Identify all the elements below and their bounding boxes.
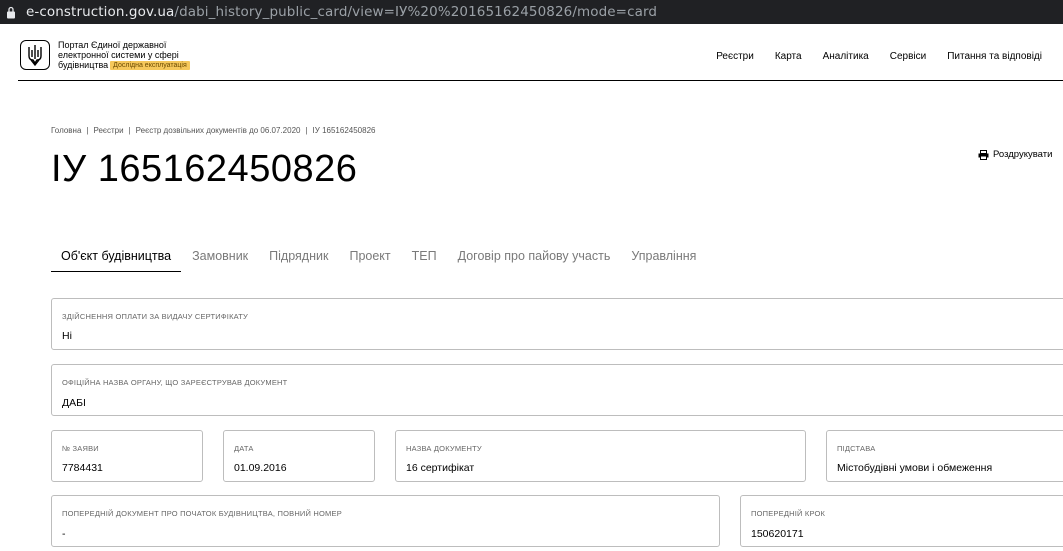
url-host: e-construction.gov.ua xyxy=(26,4,175,20)
breadcrumb-separator: | xyxy=(128,126,131,135)
tab-tep[interactable]: ТЕП xyxy=(402,248,447,272)
tab-customer[interactable]: Замовник xyxy=(182,248,258,272)
nav-registries[interactable]: Реєстри xyxy=(716,51,754,62)
field-value: 01.09.2016 xyxy=(234,462,287,474)
document-name-field: Назва документу 16 сертифікат xyxy=(395,430,806,482)
breadcrumb-home[interactable]: Головна xyxy=(51,126,81,135)
tab-contractor[interactable]: Підрядник xyxy=(259,248,338,272)
site-header: Портал Єдиної державної електронної сист… xyxy=(18,24,1063,81)
field-label: Офіційна назва органу, що зареєстрував д… xyxy=(62,378,288,387)
breadcrumb-registry[interactable]: Реєстр дозвільних документів до 06.07.20… xyxy=(136,126,301,135)
breadcrumb-current: ІУ 165162450826 xyxy=(312,126,376,135)
field-label: Попередній крок xyxy=(751,509,826,518)
field-label: № заяви xyxy=(62,444,99,453)
printer-icon xyxy=(978,149,989,160)
field-value: 7784431 xyxy=(62,462,103,474)
field-value: Ні xyxy=(62,330,72,342)
field-label: Підстава xyxy=(837,444,876,453)
tab-shared-contract[interactable]: Договір про пайову участь xyxy=(448,248,621,272)
breadcrumb: Головна | Реєстри | Реєстр дозвільних до… xyxy=(51,126,375,135)
main-nav: Реєстри Карта Аналітика Сервіси Питання … xyxy=(695,51,1042,62)
print-label: Роздрукувати xyxy=(993,149,1053,160)
breadcrumb-separator: | xyxy=(86,126,89,135)
print-button[interactable]: Роздрукувати xyxy=(978,149,1052,160)
field-value: 150620171 xyxy=(751,528,804,540)
field-label: Здійснення оплати за видачу сертифікату xyxy=(62,312,248,321)
field-label: Попередній документ про початок будівниц… xyxy=(62,509,342,518)
tab-management[interactable]: Управління xyxy=(621,248,706,272)
field-value: ДАБІ xyxy=(62,397,86,409)
address-bar[interactable]: e-construction.gov.ua/dabi_history_publi… xyxy=(0,0,1063,24)
url-path: /dabi_history_public_card/view=ІУ%20%201… xyxy=(174,4,658,20)
brand-line-2: електронної системи у сфері xyxy=(58,50,179,60)
nav-faq[interactable]: Питання та відповіді xyxy=(947,51,1042,62)
beta-badge: Дослідна експлуатація xyxy=(110,61,190,70)
nav-services[interactable]: Сервіси xyxy=(890,51,926,62)
nav-map[interactable]: Карта xyxy=(775,51,802,62)
field-value: 16 сертифікат xyxy=(406,462,475,474)
basis-field: Підстава Містобудівні умови і обмеження xyxy=(826,430,1063,482)
breadcrumb-separator: | xyxy=(305,126,308,135)
tab-project[interactable]: Проект xyxy=(339,248,400,272)
application-number-field: № заяви 7784431 xyxy=(51,430,203,482)
page-title: ІУ 165162450826 xyxy=(51,148,358,190)
portal-brand[interactable]: Портал Єдиної державної електронної сист… xyxy=(58,40,190,70)
field-value: - xyxy=(62,528,66,540)
brand-line-1: Портал Єдиної державної xyxy=(58,40,167,50)
payment-field: Здійснення оплати за видачу сертифікату … xyxy=(51,298,1063,350)
field-label: Дата xyxy=(234,444,254,453)
tab-construction-object[interactable]: Об'єкт будівництва xyxy=(51,248,182,272)
trident-logo-icon[interactable] xyxy=(20,40,50,70)
lock-icon xyxy=(6,6,16,19)
section-tabs: Об'єкт будівництва Замовник Підрядник Пр… xyxy=(51,248,707,272)
field-label: Назва документу xyxy=(406,444,482,453)
url-text[interactable]: e-construction.gov.ua/dabi_history_publi… xyxy=(26,4,657,20)
authority-field: Офіційна назва органу, що зареєстрував д… xyxy=(51,364,1063,416)
breadcrumb-registries[interactable]: Реєстри xyxy=(93,126,123,135)
field-value: Містобудівні умови і обмеження xyxy=(837,462,993,474)
nav-analytics[interactable]: Аналітика xyxy=(823,51,869,62)
previous-document-field: Попередній документ про початок будівниц… xyxy=(51,495,720,547)
previous-step-field: Попередній крок 150620171 xyxy=(740,495,1063,547)
brand-line-3: будівництва xyxy=(58,60,109,70)
date-field: Дата 01.09.2016 xyxy=(223,430,375,482)
